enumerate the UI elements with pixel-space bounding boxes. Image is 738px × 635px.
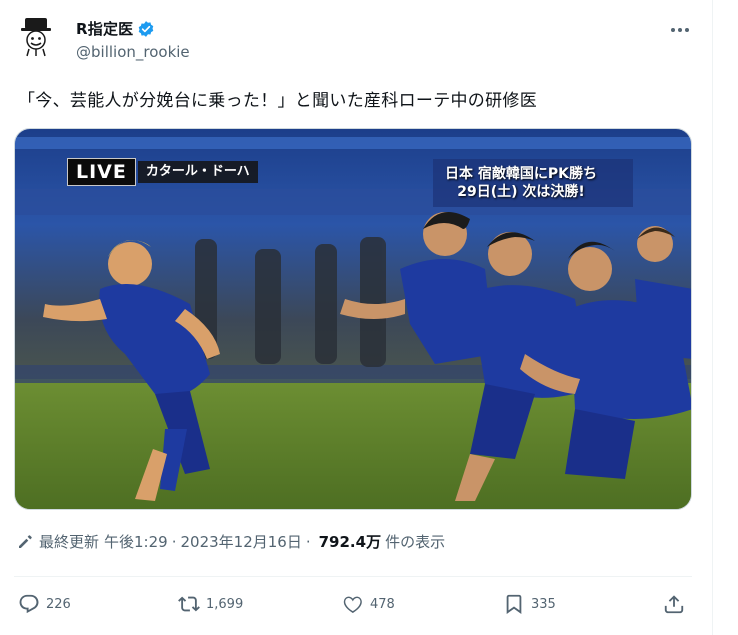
separator-2: · (305, 532, 311, 551)
author-name-row[interactable]: R指定医 (76, 18, 155, 39)
like-button[interactable]: 478 (342, 593, 395, 615)
reply-icon (19, 594, 39, 614)
edit-pencil-icon (19, 534, 32, 548)
bookmark-icon (506, 594, 522, 614)
edited-label[interactable]: 最終更新 (39, 531, 99, 552)
author-handle[interactable]: @billion_rookie (76, 43, 190, 61)
retweet-icon (178, 596, 200, 612)
verified-badge-icon[interactable] (137, 20, 155, 38)
tweet-time[interactable]: 午後1:29 (104, 531, 168, 552)
caption-line-1: 日本 宿敵韓国にPK勝ち (445, 166, 597, 182)
tweet-card: R指定医 @billion_rookie 「今、芸能人が分娩台に乗った！」と聞い… (0, 0, 712, 635)
retweet-count: 1,699 (206, 596, 244, 612)
broadcast-caption: 日本 宿敵韓国にPK勝ち 29日(土) 次は決勝! (445, 165, 597, 201)
tweet-text: 「今、芸能人が分娩台に乗った！」と聞いた産科ローテ中の研修医 (18, 91, 537, 111)
live-badge: LIVE カタール・ドーハ (67, 158, 258, 186)
column-border (712, 0, 713, 635)
bookmark-count: 335 (531, 596, 556, 612)
avatar[interactable] (14, 14, 58, 58)
share-button[interactable] (663, 593, 685, 615)
more-options-icon[interactable] (668, 18, 692, 42)
caption-line-2: 29日(土) 次は決勝! (457, 184, 585, 200)
reply-count: 226 (46, 596, 71, 612)
reply-button[interactable]: 226 (18, 593, 71, 615)
live-label: LIVE (67, 158, 136, 186)
share-icon (664, 595, 684, 614)
top-hat-mascot-icon (14, 14, 58, 58)
bookmark-button[interactable]: 335 (503, 593, 556, 615)
divider (14, 576, 692, 577)
tweet-media-image[interactable]: LIVE カタール・ドーハ 日本 宿敵韓国にPK勝ち 29日(土) 次は決勝! (14, 128, 692, 510)
heart-icon (343, 596, 362, 613)
tweet-meta: 最終更新 午後1:29 · 2023年12月16日 · 792.4万 件の表示 (16, 531, 445, 552)
author-display-name[interactable]: R指定医 (76, 18, 133, 39)
tweet-date[interactable]: 2023年12月16日 (180, 531, 301, 552)
retweet-button[interactable]: 1,699 (178, 593, 243, 615)
views-count: 792.4万 (318, 533, 382, 551)
views-label: 件の表示 (385, 533, 446, 551)
separator-1: · (171, 532, 177, 551)
like-count: 478 (370, 596, 395, 612)
location-label: カタール・ドーハ (137, 161, 258, 183)
